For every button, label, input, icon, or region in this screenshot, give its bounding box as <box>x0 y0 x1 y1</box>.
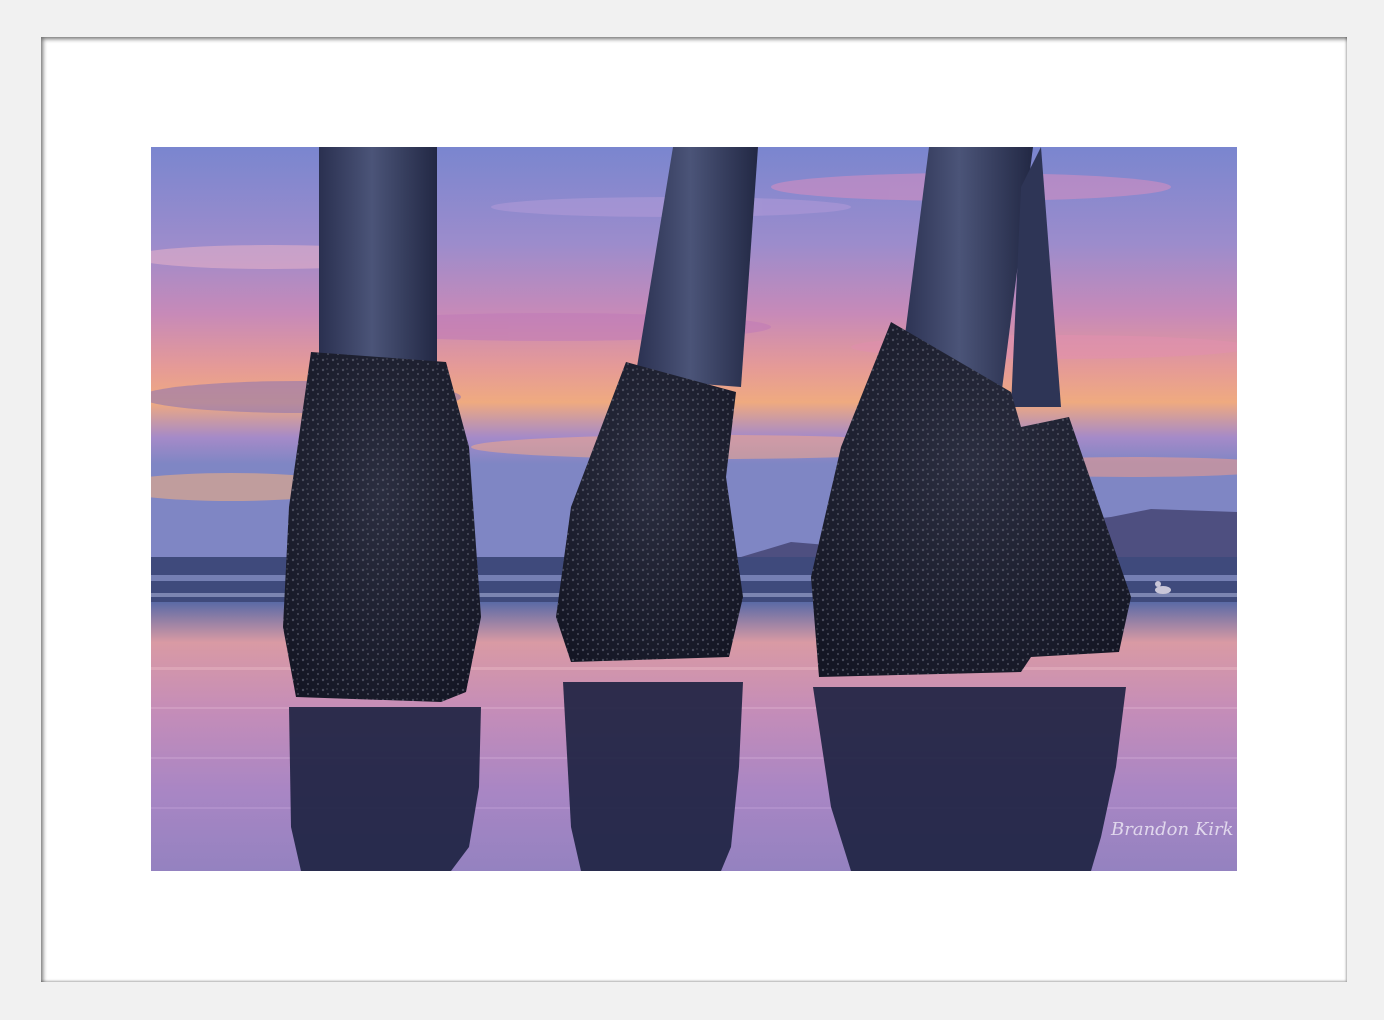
picture-frame: Brandon Kirk <box>0 0 1384 1020</box>
photographer-signature: Brandon Kirk <box>1110 819 1234 840</box>
piling-reflections <box>289 682 1126 871</box>
photo-canvas: Brandon Kirk <box>151 147 1237 871</box>
photograph: Brandon Kirk <box>151 147 1237 871</box>
